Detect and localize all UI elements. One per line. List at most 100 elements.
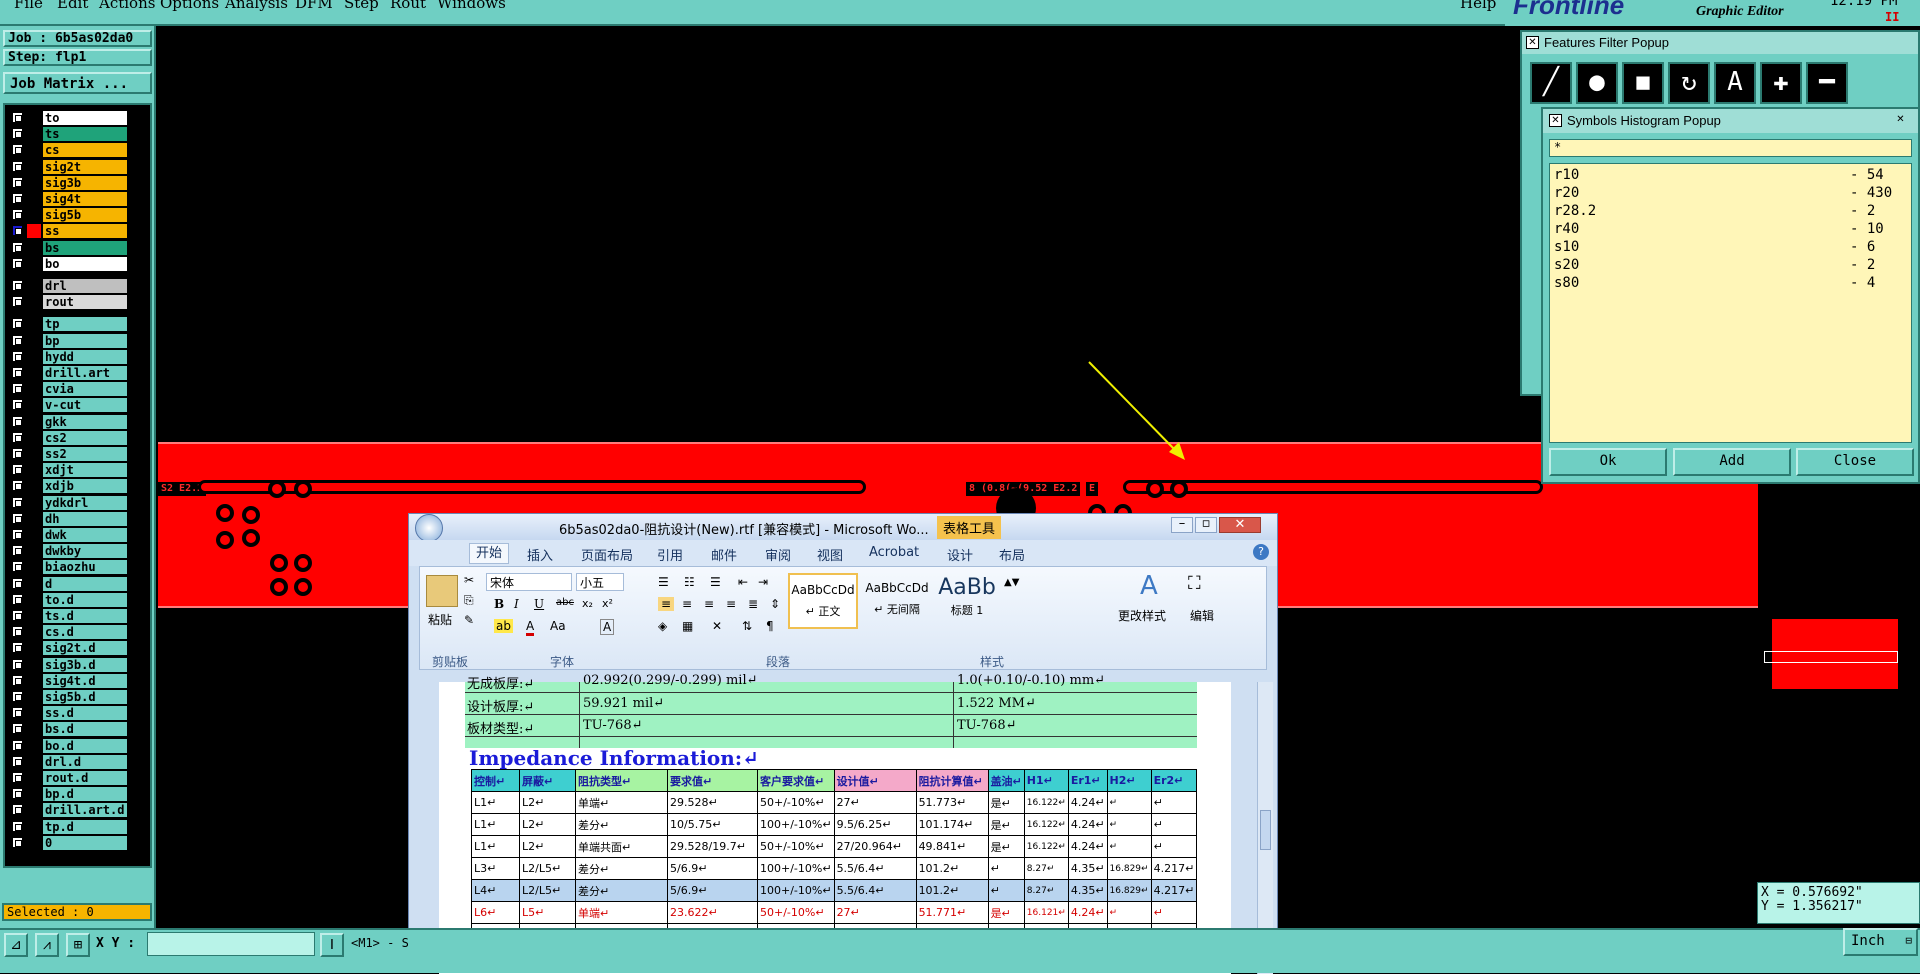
layer-row-0[interactable]: 0	[9, 835, 129, 850]
layer-row-sig2t.d[interactable]: sig2t.d	[9, 641, 129, 656]
tab-view[interactable]: 视图	[817, 545, 843, 564]
table-cell[interactable]: 5.5/6.4↵	[833, 857, 917, 880]
table-cell[interactable]: 8.27↵	[1023, 857, 1069, 880]
find-icon[interactable]: ⛶	[1188, 573, 1201, 594]
superscript-icon[interactable]: x²	[602, 597, 613, 610]
table-cell[interactable]: L1↵	[471, 835, 520, 858]
layer-name[interactable]: sig2t	[43, 159, 127, 174]
line-tool-icon[interactable]: ╱	[1530, 62, 1572, 104]
layer-row-bo.d[interactable]: bo.d	[9, 738, 129, 753]
layer-row-bs.d[interactable]: bs.d	[9, 722, 129, 737]
table-cell[interactable]: 4.24↵	[1067, 813, 1108, 836]
layer-row-dwk[interactable]: dwk	[9, 528, 129, 542]
table-cell[interactable]: L4↵	[471, 879, 520, 902]
cut-icon[interactable]: ✂	[464, 573, 474, 587]
overview-map[interactable]	[1764, 619, 1898, 689]
tab-home[interactable]: 开始	[469, 543, 510, 564]
subscript-icon[interactable]: x₂	[582, 597, 593, 610]
close-button[interactable]: Close	[1796, 448, 1914, 476]
layer-checkbox[interactable]	[12, 280, 23, 291]
layer-row-hydd[interactable]: hydd	[9, 349, 129, 364]
table-cell[interactable]: 8.27↵	[1023, 879, 1069, 902]
layer-checkbox[interactable]	[12, 836, 23, 848]
minus-icon[interactable]: ━	[1806, 62, 1848, 104]
table-cell[interactable]: 是↵	[987, 791, 1025, 814]
layer-checkbox[interactable]	[12, 593, 23, 605]
table-cell[interactable]: 5.5/6.4↵	[833, 879, 917, 902]
layer-checkbox[interactable]	[12, 561, 23, 573]
layer-checkbox[interactable]	[12, 529, 23, 540]
table-cell[interactable]: 4.35↵	[1067, 857, 1108, 880]
bullets-icon[interactable]: ☰	[658, 575, 669, 589]
layer-name[interactable]: bs	[43, 240, 127, 255]
layer-row-sig4t[interactable]: sig4t	[9, 192, 129, 206]
layer-row-bs[interactable]: bs	[9, 240, 129, 255]
decrease-indent-icon[interactable]: ⇤	[738, 575, 748, 589]
justify-icon[interactable]: ≡	[726, 597, 736, 611]
editing-label[interactable]: 编辑	[1190, 607, 1214, 624]
menu-help[interactable]: Help	[1460, 0, 1496, 12]
restore-icon[interactable]: ▫	[1195, 517, 1217, 533]
align-right-icon[interactable]: ≡	[704, 597, 714, 611]
layer-row-sig5b[interactable]: sig5b	[9, 208, 129, 223]
tab-review[interactable]: 审阅	[765, 545, 791, 564]
table-cell[interactable]: 29.528↵	[667, 791, 758, 814]
layer-row-xdjt[interactable]: xdjt	[9, 463, 129, 478]
layer-checkbox[interactable]	[12, 241, 23, 253]
menu-options[interactable]: Options	[160, 0, 219, 12]
table-cell[interactable]: 4.24↵	[1067, 791, 1108, 814]
layer-checkbox[interactable]	[12, 723, 23, 735]
table-cell[interactable]: L1↵	[471, 813, 520, 836]
close-icon[interactable]: ✕	[1894, 114, 1907, 127]
tab-mailings[interactable]: 邮件	[711, 545, 737, 564]
word-titlebar[interactable]: 6b5as02da0-阻抗设计(New).rtf [兼容模式] - Micros…	[409, 514, 1277, 542]
table-cell[interactable]: 4.24↵	[1067, 901, 1108, 924]
layer-checkbox[interactable]	[12, 691, 23, 702]
font-name-select[interactable]: 宋体	[486, 573, 572, 591]
table-cell[interactable]: L1↵	[471, 791, 520, 814]
layer-checkbox[interactable]	[12, 350, 23, 362]
layer-name[interactable]: ts	[43, 127, 127, 142]
layer-name[interactable]: sig3b	[43, 175, 127, 190]
layer-name[interactable]: bo	[43, 256, 127, 271]
layer-checkbox[interactable]	[12, 176, 23, 188]
table-cell[interactable]: 单端↵	[575, 791, 668, 814]
menu-rout[interactable]: Rout	[390, 0, 426, 12]
surface-icon[interactable]: ◼	[1622, 62, 1664, 104]
layer-row-ss.d[interactable]: ss.d	[9, 706, 129, 721]
layer-checkbox[interactable]	[12, 334, 23, 346]
add-button[interactable]: Add	[1673, 448, 1791, 476]
layer-name[interactable]: sig4t.d	[43, 673, 127, 688]
line-spacing-icon[interactable]: ⇕	[770, 597, 780, 611]
office-button-icon[interactable]	[415, 514, 443, 542]
table-cell[interactable]: ↵	[987, 857, 1025, 880]
layer-row-tp[interactable]: tp	[9, 317, 129, 332]
table-cell[interactable]: 4.24↵	[1067, 835, 1108, 858]
pad-icon[interactable]: ●	[1576, 62, 1618, 104]
table-cell[interactable]: L3↵	[471, 857, 520, 880]
show-marks-icon[interactable]: ¶	[766, 619, 774, 633]
grid-icon[interactable]: ⊞	[66, 933, 90, 957]
layer-checkbox[interactable]	[12, 674, 23, 686]
layer-row-drill.art[interactable]: drill.art	[9, 366, 129, 380]
borders-icon[interactable]: ▦	[682, 619, 693, 633]
layer-checkbox[interactable]	[12, 610, 23, 621]
layer-checkbox[interactable]	[12, 512, 23, 524]
layer-name[interactable]: sig5b	[43, 208, 127, 223]
table-cell[interactable]: 16.122↵	[1023, 835, 1069, 858]
layer-checkbox[interactable]	[12, 225, 23, 237]
layer-checkbox[interactable]	[12, 296, 23, 308]
layer-name[interactable]: sig4t	[43, 192, 127, 206]
menu-file[interactable]: File	[14, 0, 43, 12]
table-cell[interactable]: 差分↵	[575, 879, 668, 902]
arc-icon[interactable]: ↻	[1668, 62, 1710, 104]
table-cell[interactable]: 16.121↵	[1023, 901, 1069, 924]
layer-name[interactable]: cs.d	[43, 625, 127, 640]
tab-design[interactable]: 设计	[947, 545, 973, 564]
align-left-icon[interactable]: ≡	[658, 597, 675, 611]
layer-checkbox[interactable]	[12, 367, 23, 378]
layer-checkbox[interactable]	[12, 383, 23, 395]
help-icon[interactable]: ?	[1253, 544, 1269, 560]
layer-name[interactable]: cs2	[43, 430, 127, 445]
table-cell[interactable]: 5/6.9↵	[667, 857, 758, 880]
